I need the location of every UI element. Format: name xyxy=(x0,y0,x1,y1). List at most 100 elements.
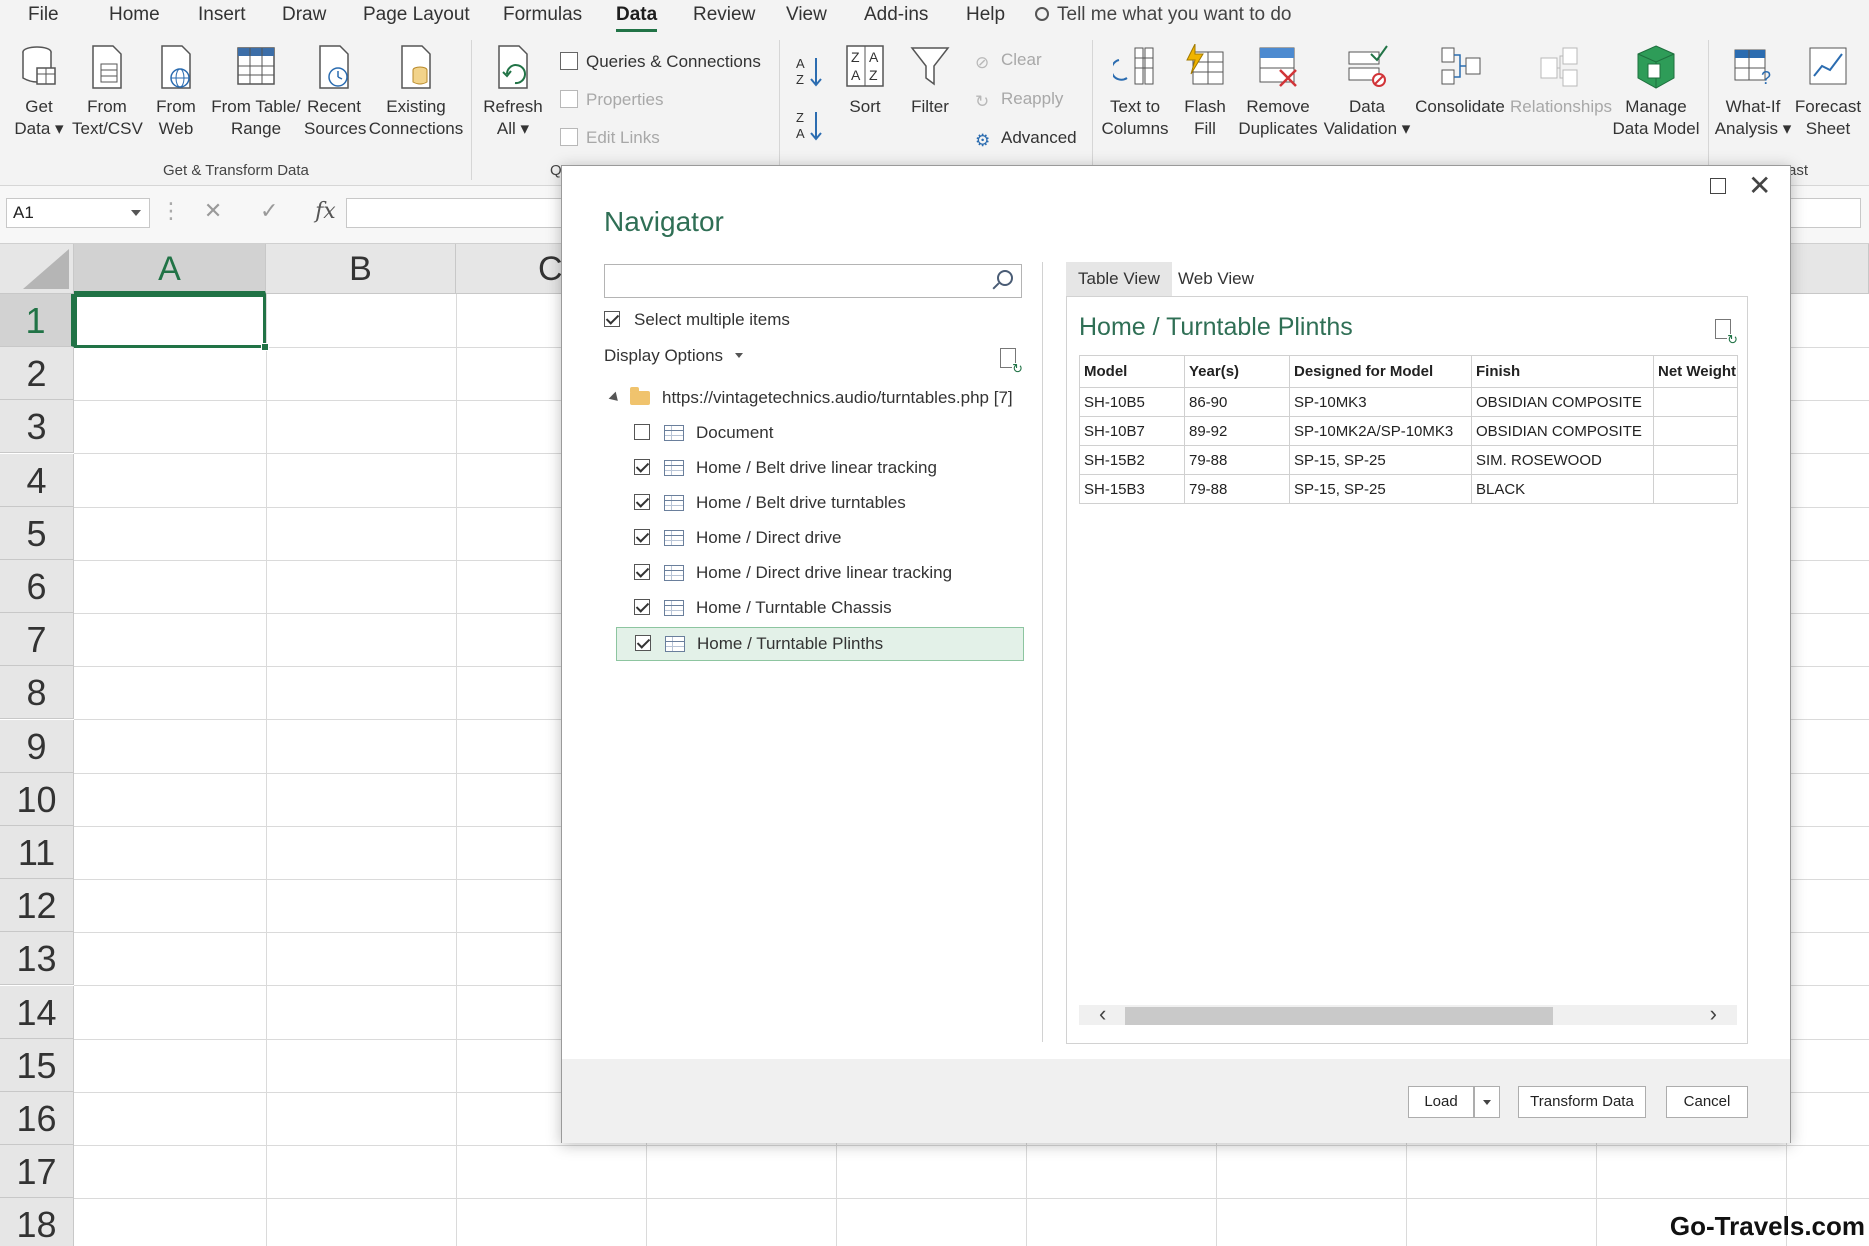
load-dropdown-button[interactable] xyxy=(1474,1086,1500,1118)
get-data-button[interactable]: Get Data ▾ xyxy=(12,44,66,140)
what-if-analysis-button[interactable]: ? What-If Analysis ▾ xyxy=(1714,44,1792,140)
sort-a-to-z-button[interactable]: AZ xyxy=(792,54,826,92)
scroll-right-icon[interactable]: › xyxy=(1710,1001,1717,1027)
tree-item[interactable]: Home / Turntable Plinths xyxy=(616,627,1024,661)
row-header[interactable]: 9 xyxy=(0,719,74,773)
manage-data-model-button[interactable]: Manage Data Model xyxy=(1610,44,1702,140)
row-header[interactable]: 18 xyxy=(0,1198,74,1246)
row-header[interactable]: 7 xyxy=(0,613,74,667)
row-header[interactable]: 10 xyxy=(0,772,74,826)
tab-data[interactable]: Data xyxy=(616,4,658,32)
tab-web-view[interactable]: Web View xyxy=(1166,262,1266,296)
row-header[interactable]: 4 xyxy=(0,453,74,507)
from-text-csv-button[interactable]: From Text/CSV xyxy=(72,44,143,140)
row-header[interactable]: 17 xyxy=(0,1145,74,1199)
tab-table-view[interactable]: Table View xyxy=(1066,262,1172,296)
forecast-sheet-button[interactable]: Forecast Sheet xyxy=(1792,44,1864,140)
row-header[interactable]: 8 xyxy=(0,666,74,720)
item-checkbox[interactable] xyxy=(634,599,650,615)
tab-draw[interactable]: Draw xyxy=(282,4,326,26)
reapply-button[interactable]: ↻ Reapply xyxy=(975,89,1063,111)
consolidate-button[interactable]: Consolidate xyxy=(1414,44,1506,118)
tree-item[interactable]: Document xyxy=(616,417,1024,451)
column-header-b[interactable]: B xyxy=(266,244,456,294)
properties-button[interactable]: Properties xyxy=(560,90,663,110)
recent-sources-button[interactable]: Recent Sources xyxy=(304,44,366,140)
active-cell-a1[interactable] xyxy=(74,294,269,351)
text-to-columns-button[interactable]: Text to Columns xyxy=(1100,44,1170,140)
tab-formulas[interactable]: Formulas xyxy=(503,4,582,26)
display-options-dropdown[interactable]: Display Options xyxy=(604,346,744,366)
tab-page-layout[interactable]: Page Layout xyxy=(363,4,470,26)
row-header[interactable]: 2 xyxy=(0,347,74,401)
remove-duplicates-button[interactable]: Remove Duplicates xyxy=(1238,44,1318,140)
refresh-all-button[interactable]: Refresh All ▾ xyxy=(478,44,548,140)
tab-review[interactable]: Review xyxy=(693,4,755,26)
close-icon[interactable]: ✕ xyxy=(1748,170,1771,202)
tab-insert[interactable]: Insert xyxy=(198,4,246,26)
item-checkbox[interactable] xyxy=(634,459,650,475)
load-button[interactable]: Load xyxy=(1408,1086,1474,1118)
flash-fill-button[interactable]: Flash Fill xyxy=(1182,44,1228,140)
row-header[interactable]: 15 xyxy=(0,1038,74,1092)
insert-function-icon[interactable]: fx xyxy=(300,199,350,224)
edit-links-button[interactable]: Edit Links xyxy=(560,128,660,148)
select-multiple-toggle[interactable]: Select multiple items xyxy=(604,310,790,330)
row-header[interactable]: 13 xyxy=(0,932,74,986)
scroll-left-icon[interactable]: ‹ xyxy=(1099,1001,1106,1027)
clear-filter-button[interactable]: ⊘ Clear xyxy=(975,50,1042,72)
row-header[interactable]: 6 xyxy=(0,560,74,613)
tree-root-source[interactable]: https://vintagetechnics.audio/turntables… xyxy=(608,387,1013,408)
data-validation-button[interactable]: Data Validation ▾ xyxy=(1322,44,1412,140)
row-header[interactable]: 11 xyxy=(0,826,74,879)
row-header[interactable]: 14 xyxy=(0,985,74,1039)
row-header[interactable]: 3 xyxy=(0,400,74,454)
existing-connections-button[interactable]: Existing Connections xyxy=(368,44,464,140)
tree-item[interactable]: Home / Belt drive linear tracking xyxy=(616,452,1024,486)
tab-file[interactable]: File xyxy=(28,4,59,26)
name-box[interactable]: A1 xyxy=(6,198,150,228)
sort-button[interactable]: ZAAZ Sort xyxy=(840,44,890,118)
tab-add-ins[interactable]: Add-ins xyxy=(864,4,928,26)
tab-view[interactable]: View xyxy=(786,4,827,26)
transform-data-button[interactable]: Transform Data xyxy=(1518,1086,1646,1118)
fill-handle[interactable] xyxy=(261,343,269,351)
tree-item[interactable]: Home / Belt drive turntables xyxy=(616,487,1024,521)
item-checkbox[interactable] xyxy=(634,529,650,545)
collapse-icon[interactable] xyxy=(608,391,622,405)
queries-connections-button[interactable]: Queries & Connections xyxy=(560,52,761,72)
advanced-filter-button[interactable]: ⚙ Advanced xyxy=(975,128,1077,150)
item-checkbox[interactable] xyxy=(634,494,650,510)
maximize-icon[interactable] xyxy=(1710,178,1726,194)
item-checkbox[interactable] xyxy=(634,564,650,580)
horizontal-scrollbar[interactable]: ‹ › xyxy=(1079,1001,1737,1026)
cancel-button[interactable]: Cancel xyxy=(1666,1086,1748,1118)
refresh-icon[interactable] xyxy=(1000,348,1023,375)
item-checkbox[interactable] xyxy=(635,635,651,651)
sort-z-to-a-button[interactable]: ZA xyxy=(792,108,826,148)
from-web-button[interactable]: From Web xyxy=(150,44,202,140)
filter-button[interactable]: Filter xyxy=(904,44,956,118)
scroll-thumb[interactable] xyxy=(1125,1007,1553,1025)
tree-item[interactable]: Home / Turntable Chassis xyxy=(616,592,1024,626)
relationships-button[interactable]: Relationships xyxy=(1510,44,1612,118)
column-header-a[interactable]: A xyxy=(74,244,266,294)
cancel-entry-icon[interactable]: ✕ xyxy=(188,198,238,224)
tree-item[interactable]: Home / Direct drive xyxy=(616,522,1024,556)
row-header[interactable]: 16 xyxy=(0,1092,74,1145)
tab-help[interactable]: Help xyxy=(966,4,1005,26)
item-checkbox[interactable] xyxy=(634,424,650,440)
from-table-range-button[interactable]: From Table/ Range xyxy=(210,44,302,140)
remove-duplicates-icon xyxy=(1259,47,1297,87)
select-multiple-checkbox[interactable] xyxy=(604,311,620,327)
row-header[interactable]: 1 xyxy=(0,294,74,347)
tell-me-box[interactable]: Tell me what you want to do xyxy=(1035,4,1291,26)
navigator-search-input[interactable] xyxy=(604,264,1022,298)
row-header[interactable]: 5 xyxy=(0,506,74,560)
select-all-corner[interactable] xyxy=(0,244,74,294)
tab-home[interactable]: Home xyxy=(109,4,160,26)
row-header[interactable]: 12 xyxy=(0,879,74,933)
preview-refresh-icon[interactable] xyxy=(1715,319,1738,346)
confirm-entry-icon[interactable]: ✓ xyxy=(244,198,294,224)
tree-item[interactable]: Home / Direct drive linear tracking xyxy=(616,557,1024,591)
